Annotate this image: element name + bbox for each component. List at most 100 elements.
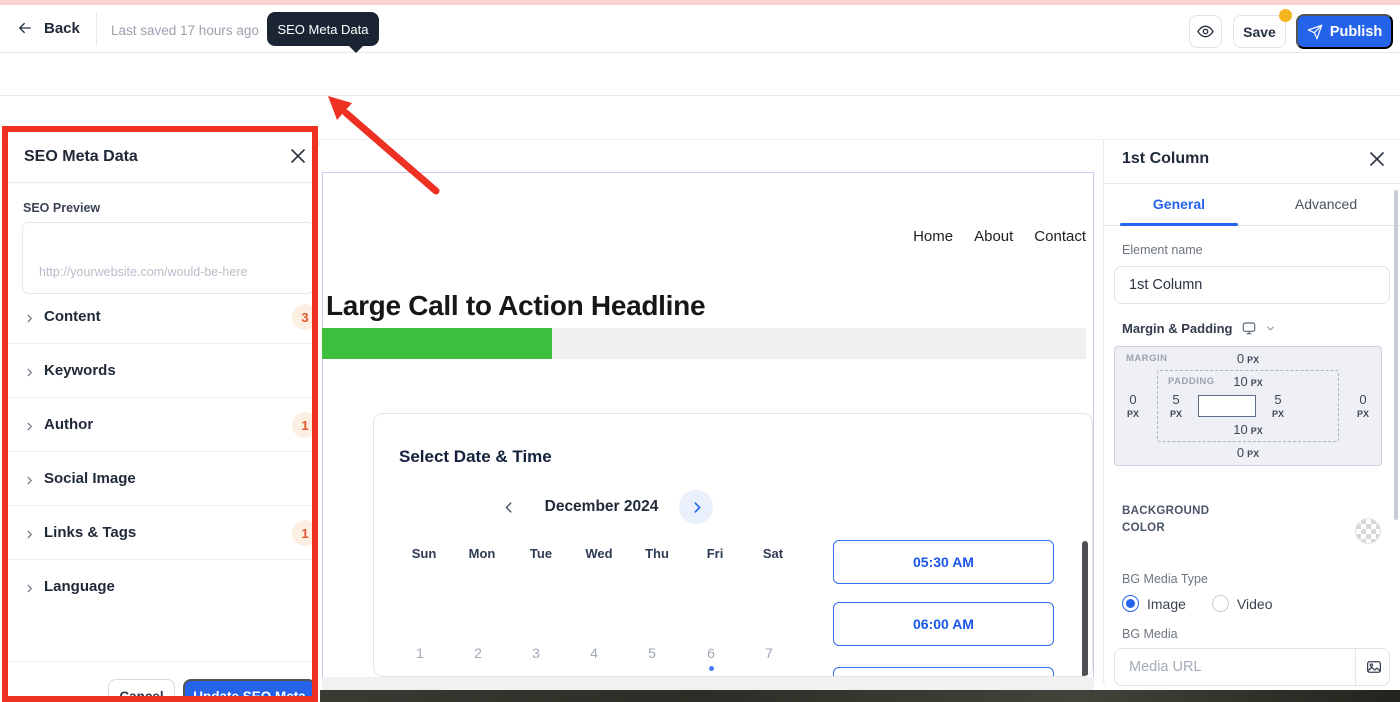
accordion-label: Language [44,578,115,595]
margin-padding-header[interactable]: Margin & Padding [1122,320,1276,336]
padding-box: PADDING 10 PX 5 PX 5 PX 10 PX [1157,370,1339,442]
chevron-right-icon [24,365,35,383]
calendar-date[interactable]: 4 [574,645,614,661]
weekday-label: Tue [529,546,553,561]
accordion-keywords[interactable]: Keywords [8,344,312,398]
padding-left-value[interactable]: 5 PX [1158,391,1194,421]
preview-eye-button[interactable] [1189,15,1222,48]
accordion-language[interactable]: Language [8,560,312,614]
padding-right-value[interactable]: 5 PX [1260,391,1296,421]
booking-heading: Select Date & Time [399,447,552,466]
box-model-editor[interactable]: MARGIN 0 PX 0 PX PADDING 10 PX 5 PX 5 PX 10 PX… [1114,346,1382,466]
chevron-right-icon [24,311,35,329]
calendar-date[interactable]: 5 [632,645,672,661]
margin-label: MARGIN [1126,353,1168,364]
bg-media-type-radios: Image Video [1122,595,1290,612]
seo-preview-label: SEO Preview [23,201,101,215]
radio-video-label[interactable]: Video [1237,596,1273,612]
accordion-label: Social Image [44,470,136,487]
count-badge: 1 [292,520,312,546]
accordion-content[interactable]: Content 3 [8,290,312,344]
tab-advanced[interactable]: Advanced [1267,196,1385,212]
eye-icon [1197,25,1214,38]
image-icon [1366,661,1381,673]
seo-panel-footer: Cancel Update SEO Meta [8,661,312,696]
media-picker-button[interactable] [1356,649,1391,685]
chevron-right-icon [693,501,700,513]
time-slot-button[interactable]: 05:30 AM [833,540,1054,584]
scrollbar-thumb[interactable] [1394,190,1398,520]
publish-label: Publish [1329,23,1383,40]
time-slot-button[interactable] [833,667,1054,676]
top-bar: Back Last saved 17 hours ago Save Publis… [0,5,1400,53]
chevron-right-icon [24,581,35,599]
weekday-label: Fri [706,546,724,561]
time-slot-button[interactable]: 06:00 AM [833,602,1054,646]
seo-preview-url-placeholder: http://yourwebsite.com/would-be-here [39,265,248,279]
booking-calendar-widget[interactable]: Select Date & Time December 2024 Sun Mon… [373,413,1093,677]
weekday-label: Wed [585,546,613,561]
last-saved-status: Last saved 17 hours ago [111,23,259,38]
close-settings-panel-button[interactable] [1370,152,1384,171]
chevron-left-icon [505,502,512,513]
margin-left-value[interactable]: 0 PX [1115,368,1151,444]
weekday-label: Sun [411,546,437,561]
panel-title: 1st Column [1122,150,1210,167]
accordion-label: Keywords [44,362,116,379]
close-icon [1370,152,1384,166]
accordion-links-tags[interactable]: Links & Tags 1 [8,506,312,560]
publish-button[interactable]: Publish [1296,14,1393,49]
element-name-label: Element name [1122,243,1203,257]
calendar-date-selected[interactable]: 6 [691,645,731,661]
seo-meta-tooltip: SEO Meta Data [267,12,379,53]
cancel-button[interactable]: Cancel [108,679,175,696]
radio-image-label[interactable]: Image [1147,596,1186,612]
margin-bottom-value[interactable]: 0 PX [1115,444,1381,462]
seo-preview-box: http://yourwebsite.com/would-be-here [22,222,312,294]
builder-toolbar: home [0,53,1400,148]
calendar-date[interactable]: 7 [749,645,789,661]
unsaved-changes-dot [1279,9,1292,22]
update-seo-meta-button[interactable]: Update SEO Meta [183,679,312,696]
close-seo-panel-button[interactable] [291,149,305,168]
bg-media-label: BG Media [1122,627,1178,641]
page-background-strip [322,677,1094,690]
accordion-label: Content [44,308,101,325]
back-button[interactable]: Back [16,19,80,37]
padding-bottom-value[interactable]: 10 PX [1158,421,1338,439]
background-color-swatch[interactable] [1355,518,1381,544]
margin-padding-label: Margin & Padding [1122,320,1233,336]
media-url-input[interactable] [1115,649,1353,685]
tab-general[interactable]: General [1120,196,1238,212]
weekday-label: Thu [645,546,669,561]
divider [8,182,312,183]
radio-video[interactable] [1211,595,1229,612]
calendar-date[interactable]: 1 [400,645,440,661]
column-settings-panel: 1st Column General Advanced Element name… [1103,140,1400,690]
preview-nav-home[interactable]: Home [913,228,953,245]
preview-nav-contact[interactable]: Contact [1034,228,1086,245]
chevron-down-icon [1266,326,1274,330]
calendar-date[interactable]: 3 [516,645,556,661]
radio-image-selected[interactable] [1122,595,1139,612]
scrollbar-thumb[interactable] [1082,541,1088,676]
prev-month-button[interactable] [502,500,517,520]
next-month-button[interactable] [679,490,713,524]
background-color-label: COLOR [1122,522,1166,534]
calendar-date[interactable]: 2 [458,645,498,661]
content-box[interactable] [1198,395,1256,417]
seo-meta-data-panel: SEO Meta Data SEO Preview http://yourweb… [8,132,312,696]
element-name-input[interactable] [1114,266,1390,304]
accordion-label: Links & Tags [44,524,137,541]
accordion-social-image[interactable]: Social Image [8,452,312,506]
send-icon [1307,24,1323,39]
weekday-label: Sat [762,546,784,561]
preview-nav-about[interactable]: About [974,228,1013,245]
preview-headline[interactable]: Large Call to Action Headline [326,290,706,322]
settings-tabs: General Advanced [1104,184,1400,226]
accordion-author[interactable]: Author 1 [8,398,312,452]
margin-right-value[interactable]: 0 PX [1345,368,1381,444]
seo-panel-title: SEO Meta Data [24,148,138,165]
display-icon [1242,322,1255,335]
save-button[interactable]: Save [1233,15,1286,48]
